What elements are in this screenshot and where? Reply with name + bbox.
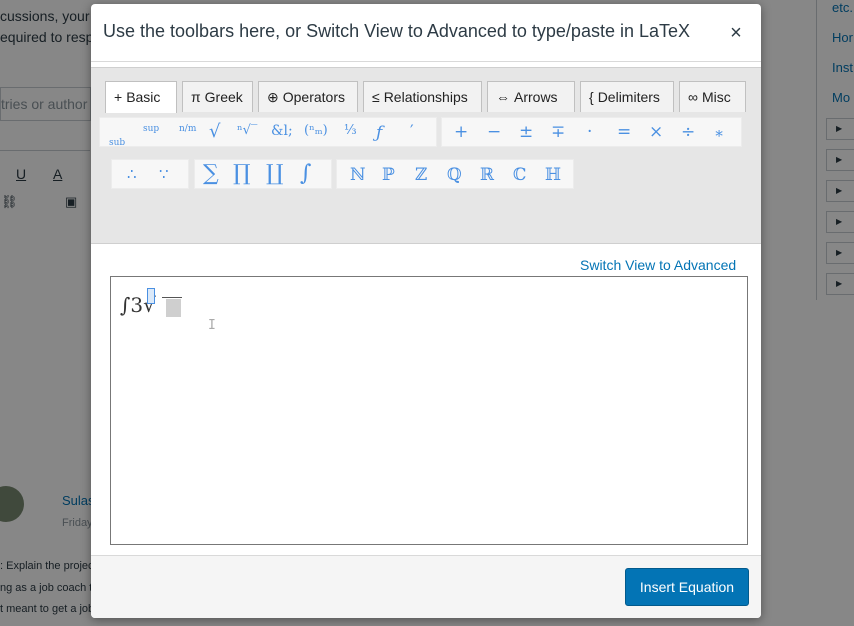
tab-relationships[interactable]: ≤ Relationships <box>363 81 482 112</box>
insert-equation-button[interactable]: Insert Equation <box>625 568 749 606</box>
dialog-title: Use the toolbars here, or Switch View to… <box>103 21 691 41</box>
plus-button[interactable]: + <box>454 122 468 142</box>
square-root-button[interactable]: √ <box>209 121 220 142</box>
tab-label: Arrows <box>514 89 558 105</box>
logic-button-group: ∴ ∵ <box>111 159 189 189</box>
complex-button[interactable]: ℂ <box>513 165 527 185</box>
plus-icon: + <box>114 89 123 105</box>
binomial-button[interactable]: (ⁿₘ) <box>304 123 328 138</box>
rationals-button[interactable]: ℚ <box>447 165 462 185</box>
html-entity-button[interactable]: &l; <box>271 123 293 139</box>
tab-label: Greek <box>204 89 243 105</box>
coproduct-button[interactable]: ∐ <box>266 161 284 186</box>
text-cursor-icon: I <box>208 318 216 333</box>
equals-button[interactable]: = <box>617 122 631 142</box>
product-button[interactable]: ∏ <box>233 161 251 186</box>
root-index-placeholder[interactable] <box>147 288 155 304</box>
tab-greek[interactable]: π Greek <box>182 81 253 112</box>
naturals-button[interactable]: ℕ <box>350 165 366 185</box>
circled-plus-icon: ⊕ <box>267 89 279 105</box>
equation-text: ∫3 <box>120 293 144 317</box>
number-set-button-group: ℕ ℙ ℤ ℚ ℝ ℂ ℍ <box>336 159 574 189</box>
less-equal-icon: ≤ <box>372 89 380 105</box>
integers-button[interactable]: ℤ <box>415 165 427 185</box>
tab-label: Misc <box>701 89 731 105</box>
asterisk-button[interactable]: ∗ <box>714 124 724 142</box>
equation-editor-dialog: Use the toolbars here, or Switch View to… <box>91 4 761 618</box>
prime-button[interactable]: ′ <box>410 121 414 140</box>
times-button[interactable]: × <box>649 122 663 142</box>
equation-input[interactable]: ∫3√ I <box>110 276 748 545</box>
reals-button[interactable]: ℝ <box>480 165 494 185</box>
sum-button[interactable]: ∑ <box>203 161 219 186</box>
operator-button-group: + − ± ∓ · = × ÷ ∗ <box>441 117 742 147</box>
function-button[interactable]: ƒ <box>376 123 382 143</box>
primes-button[interactable]: ℙ <box>382 165 395 185</box>
dot-button[interactable]: · <box>587 122 592 142</box>
dialog-footer: Insert Equation <box>91 555 761 618</box>
divide-button[interactable]: ÷ <box>681 122 695 142</box>
double-arrow-icon: ⇔ <box>496 89 510 105</box>
root-vinculum <box>162 297 182 298</box>
tab-label: Basic <box>126 89 161 105</box>
integral-button[interactable]: ∫ <box>300 161 311 186</box>
therefore-button[interactable]: ∴ <box>127 165 137 183</box>
switch-view-link[interactable]: Switch View to Advanced <box>580 257 736 273</box>
plus-minus-button[interactable]: ± <box>519 122 533 142</box>
fraction-button[interactable]: n/m <box>179 124 196 134</box>
tab-operators[interactable]: ⊕ Operators <box>258 81 358 112</box>
superscript-button[interactable]: sup <box>143 124 159 134</box>
structure-button-group: sup sub n/m √ ⁿ√‾ &l; (ⁿₘ) ⅓ ƒ ′ <box>99 117 437 148</box>
mixed-fraction-button[interactable]: ⅓ <box>344 123 357 138</box>
pi-icon: π <box>191 89 201 105</box>
dialog-header: Use the toolbars here, or Switch View to… <box>91 4 761 62</box>
infinity-icon: ∞ <box>688 89 698 105</box>
tab-arrows[interactable]: ⇔ Arrows <box>487 81 575 112</box>
minus-plus-button[interactable]: ∓ <box>551 122 565 142</box>
tab-misc[interactable]: ∞ Misc <box>679 81 746 112</box>
brace-icon: { <box>589 89 594 105</box>
because-button[interactable]: ∵ <box>159 165 169 183</box>
big-operator-button-group: ∑ ∏ ∐ ∫ <box>194 159 332 189</box>
quaternions-button[interactable]: ℍ <box>545 165 561 185</box>
tab-label: Relationships <box>383 89 468 105</box>
radicand-placeholder[interactable] <box>166 299 181 317</box>
tab-basic[interactable]: + Basic <box>105 81 177 113</box>
tab-label: Operators <box>282 89 345 105</box>
equation-toolbar: + Basic π Greek ⊕ Operators ≤ Relationships … <box>91 67 761 244</box>
tab-label: Delimiters <box>597 89 660 105</box>
subscript-button[interactable]: sub <box>109 138 125 148</box>
tab-delimiters[interactable]: {Delimiters <box>580 81 674 112</box>
nth-root-button[interactable]: ⁿ√‾ <box>237 123 257 138</box>
close-button[interactable]: × <box>723 20 749 46</box>
minus-button[interactable]: − <box>487 122 501 142</box>
